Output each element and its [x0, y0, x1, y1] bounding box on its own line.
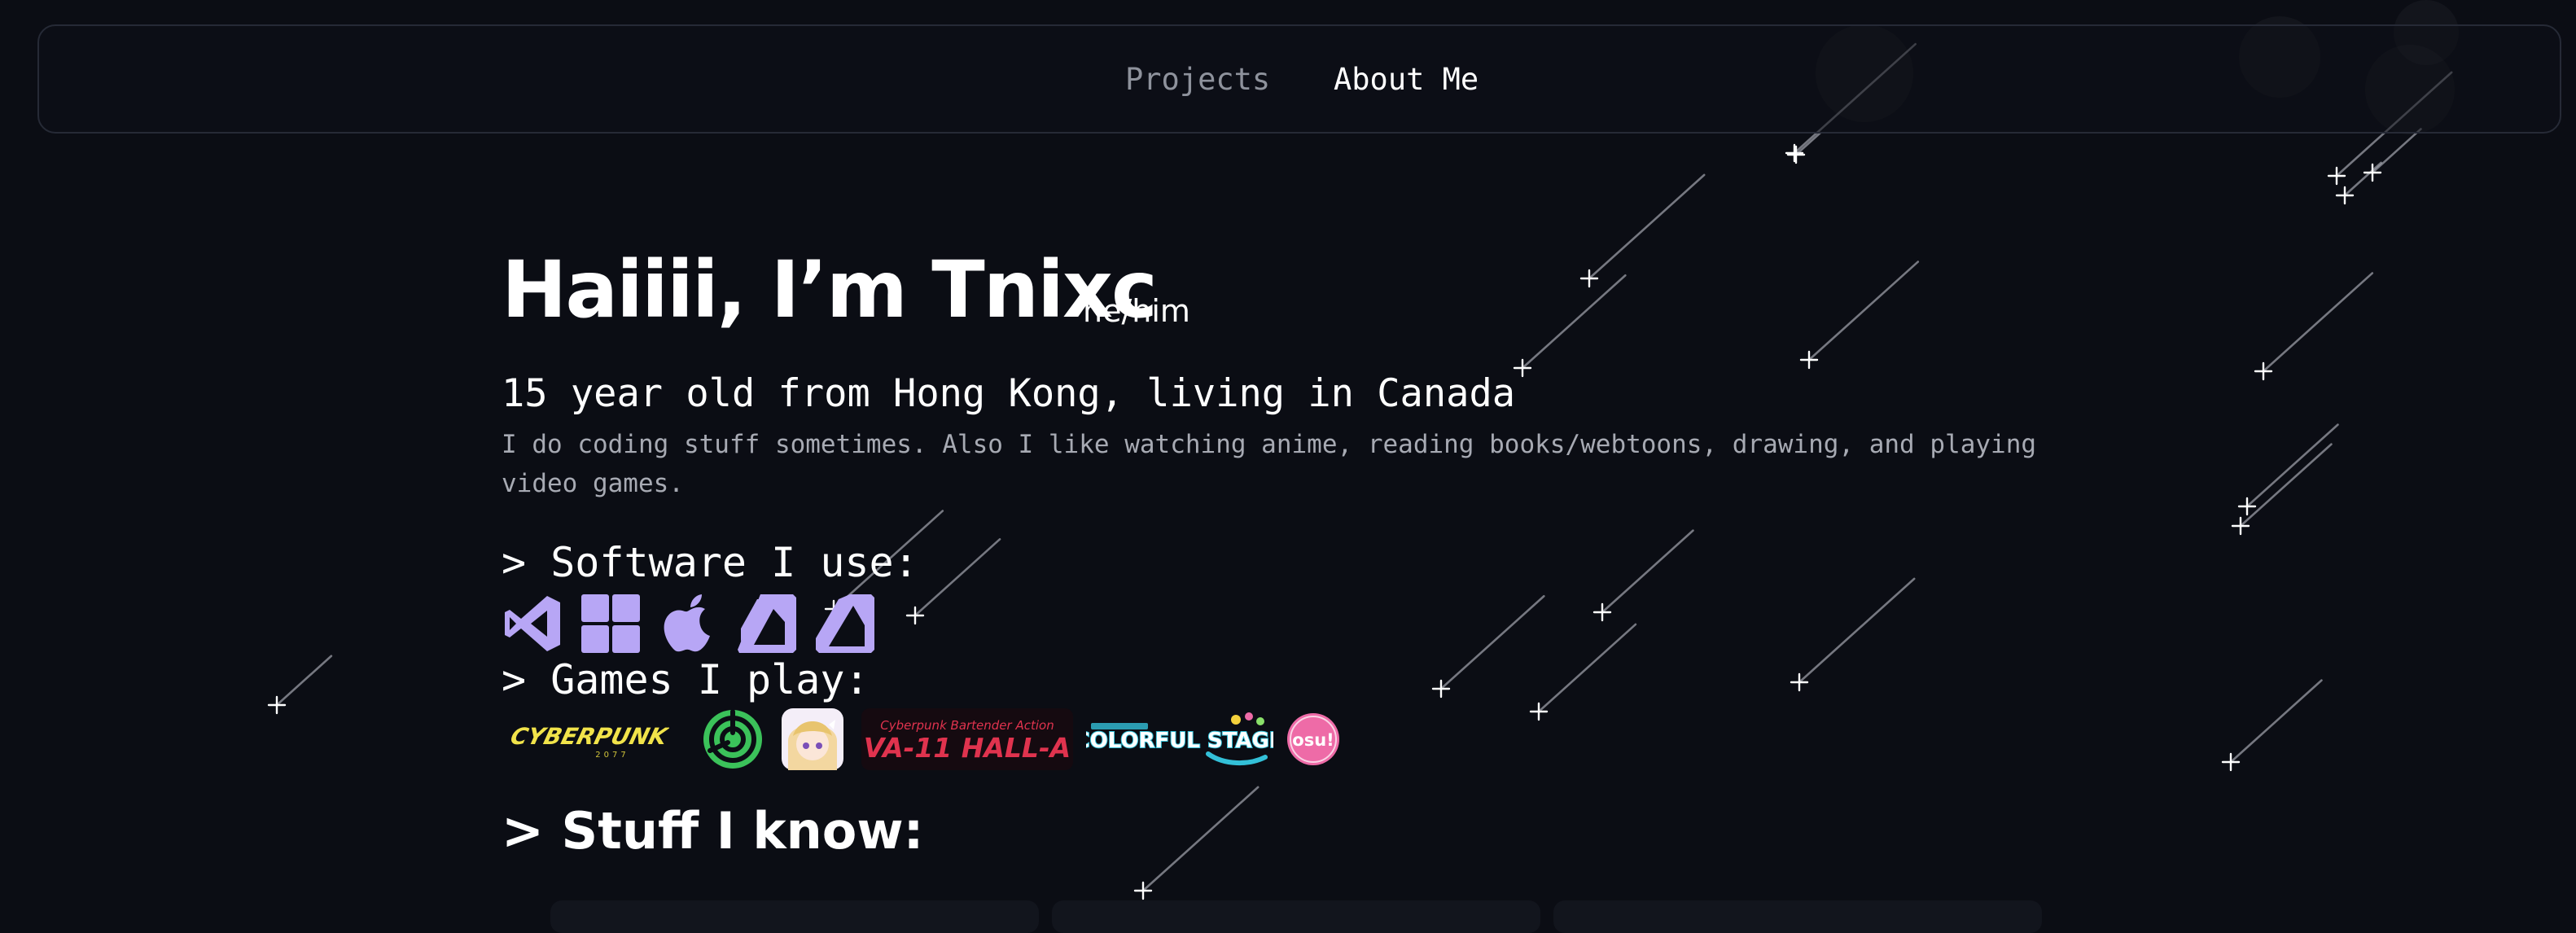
- shooting-star-trail: [1521, 274, 1627, 370]
- shooting-star-trail: [1439, 594, 1545, 690]
- page-title: Haiiii, I’m Tnixc: [502, 244, 1158, 335]
- skill-card: [1553, 900, 2042, 933]
- vscode-icon: [502, 593, 563, 655]
- bio-text: I do coding stuff sometimes. Also I like…: [502, 430, 2037, 498]
- svg-text:Cyberpunk Bartender Action: Cyberpunk Bartender Action: [880, 718, 1054, 733]
- nav-link-projects[interactable]: Projects: [1125, 62, 1270, 97]
- top-navigation: Projects About Me: [37, 24, 2561, 134]
- skill-card: [1052, 900, 1540, 933]
- shooting-star-trail: [275, 655, 333, 707]
- stuff-i-know-heading: > Stuff I know:: [502, 801, 924, 861]
- apple-icon: [658, 593, 720, 655]
- shooting-star-trail: [1601, 529, 1694, 614]
- va-11-hall-a-logo: Cyberpunk Bartender Action VA-11 HALL-A: [861, 708, 1073, 770]
- shooting-star-trail: [2229, 679, 2323, 764]
- svg-text:COLORFUL STAGE!: COLORFUL STAGE!: [1086, 729, 1273, 753]
- shooting-star-trail: [2262, 272, 2374, 373]
- shooting-star-trail: [1537, 623, 1637, 713]
- windows-icon: [580, 593, 642, 655]
- shooting-star-trail: [2371, 128, 2422, 174]
- genshin-impact-icon: [782, 708, 843, 770]
- svg-text:2077: 2077: [595, 751, 629, 760]
- shooting-star-trail: [1798, 577, 1916, 684]
- svg-text:VA-11 HALL-A: VA-11 HALL-A: [864, 732, 1071, 764]
- software-heading: > Software I use:: [502, 539, 918, 586]
- shooting-star-trail: [1588, 173, 1706, 280]
- svg-text:CYBERPUNK: CYBERPUNK: [508, 723, 669, 749]
- skills-cards-row: [550, 900, 2097, 933]
- nav-link-about-me[interactable]: About Me: [1334, 62, 1479, 97]
- shooting-star-trail: [1794, 131, 1822, 156]
- svg-text:osu!: osu!: [1292, 730, 1334, 750]
- project-sekai-logo: COLORFUL STAGE!: [1074, 708, 1294, 770]
- xbox-game-icon: [702, 708, 764, 770]
- games-heading: > Games I play:: [502, 656, 870, 703]
- pronouns: he/him: [1083, 293, 1190, 329]
- shooting-star-trail: [1807, 261, 1920, 361]
- osu-icon: osu!: [1286, 708, 1340, 770]
- shooting-star-trail: [2239, 443, 2333, 528]
- affinity-photo-icon: [814, 593, 876, 655]
- shooting-star-trail: [2245, 423, 2339, 508]
- subtitle: 15 year old from Hong Kong, living in Ca…: [502, 371, 1516, 416]
- cyberpunk-2077-logo: CYBERPUNK 2077: [506, 708, 672, 770]
- shooting-star-trail: [2343, 161, 2382, 197]
- skill-card: [550, 900, 1039, 933]
- shooting-star-trail: [913, 538, 1001, 617]
- shooting-star-trail: [1141, 786, 1260, 892]
- affinity-designer-icon: [736, 593, 798, 655]
